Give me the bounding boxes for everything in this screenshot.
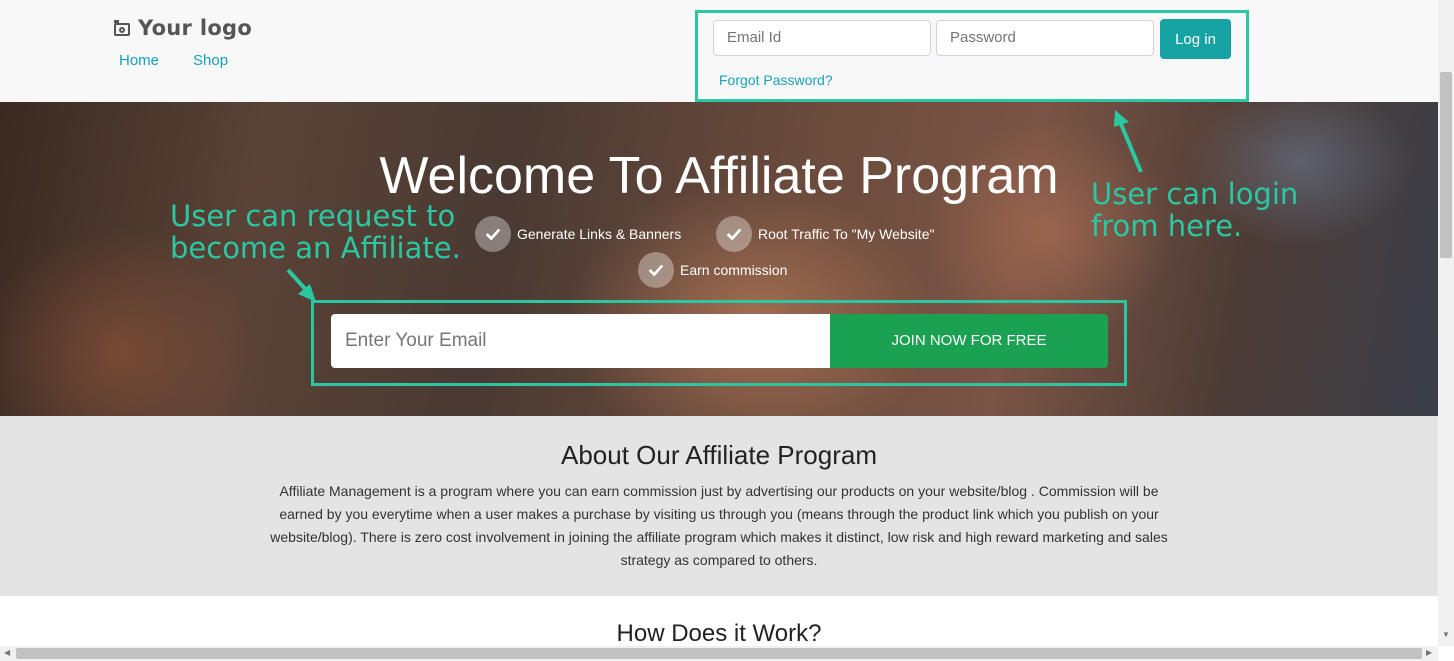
vertical-scroll-thumb[interactable] [1440,72,1452,258]
checkmark-icon [716,216,752,252]
feature-label: Earn commission [680,262,788,278]
scroll-right-arrow-icon[interactable]: ▶ [1426,648,1432,657]
forgot-password-link[interactable]: Forgot Password? [719,72,833,88]
annotation-line: User can login [1091,177,1299,211]
scroll-left-arrow-icon[interactable]: ◀ [4,648,10,657]
about-title: About Our Affiliate Program [560,440,877,470]
join-now-button[interactable]: JOIN NOW FOR FREE [830,314,1108,368]
logo-text: Your logo [138,16,253,40]
about-text: Affiliate Management is a program where … [270,483,1168,568]
feature-item: Earn commission [638,252,787,288]
about-section: About Our Affiliate Program Affiliate Ma… [0,416,1438,596]
horizontal-scroll-thumb[interactable] [16,648,1422,659]
nav-shop-link[interactable]: Shop [193,52,228,69]
feature-item: Generate Links & Banners [475,216,681,252]
checkmark-icon [475,216,511,252]
feature-item: Root Traffic To "My Website" [716,216,934,252]
feature-label: Generate Links & Banners [517,226,682,242]
login-button[interactable]: Log in [1160,19,1231,59]
annotation-affiliate-request: User can request to become an Affiliate. [170,200,461,264]
annotation-line: from here. [1091,209,1243,243]
login-email-field[interactable] [713,20,931,56]
join-email-field[interactable]: Enter Your Email [331,314,830,368]
annotation-line: User can request to [170,199,456,233]
annotation-login: User can login from here. [1091,178,1298,242]
camera-icon [114,20,130,36]
login-password-field[interactable] [936,20,1154,56]
main-nav: Home Shop [119,52,262,69]
annotation-line: become an Affiliate. [170,231,461,265]
nav-home-link[interactable]: Home [119,52,159,69]
site-logo[interactable]: Your logo [114,16,252,40]
scroll-down-arrow-icon[interactable]: ▼ [1442,630,1450,639]
how-it-works-title: How Does it Work? [616,620,822,647]
checkmark-icon [638,252,674,288]
feature-label: Root Traffic To "My Website" [758,226,935,242]
